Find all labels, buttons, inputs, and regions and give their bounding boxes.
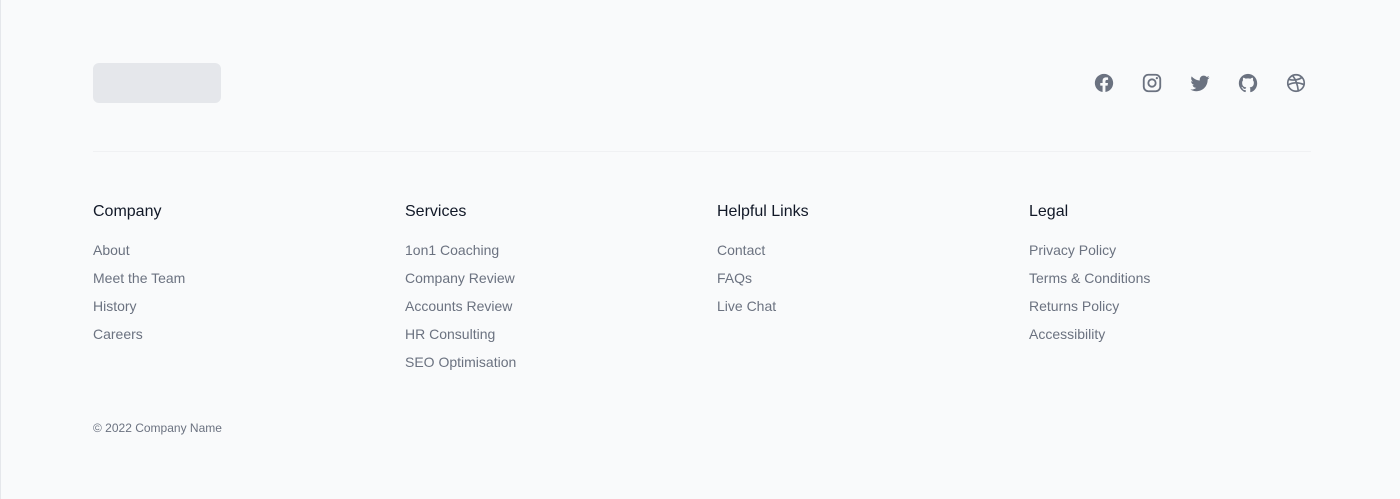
contact-link[interactable]: Contact [717, 240, 1029, 268]
github-link[interactable] [1237, 72, 1259, 94]
logo-placeholder[interactable] [93, 63, 221, 103]
history-link[interactable]: History [93, 296, 405, 324]
github-icon [1238, 73, 1258, 93]
coaching-link[interactable]: 1on1 Coaching [405, 240, 717, 268]
legal-links: Privacy Policy Terms & Conditions Return… [1029, 240, 1341, 352]
live-chat-link[interactable]: Live Chat [717, 296, 1029, 324]
services-heading: Services [405, 203, 467, 220]
hr-consulting-link[interactable]: HR Consulting [405, 324, 717, 352]
site-footer: Company About Meet the Team History Care… [93, 0, 1311, 499]
helpful-links-list: Contact FAQs Live Chat [717, 240, 1029, 324]
seo-optimisation-link[interactable]: SEO Optimisation [405, 352, 717, 380]
accounts-review-link[interactable]: Accounts Review [405, 296, 717, 324]
services-column: Services 1on1 Coaching Company Review Ac… [405, 202, 717, 380]
facebook-icon [1094, 73, 1114, 93]
instagram-link[interactable] [1141, 72, 1163, 94]
footer-columns: Company About Meet the Team History Care… [93, 202, 1341, 380]
instagram-icon [1142, 73, 1162, 93]
faqs-link[interactable]: FAQs [717, 268, 1029, 296]
social-links [1093, 72, 1307, 94]
about-link[interactable]: About [93, 240, 405, 268]
legal-column: Legal Privacy Policy Terms & Conditions … [1029, 202, 1341, 380]
company-column: Company About Meet the Team History Care… [93, 202, 405, 380]
facebook-link[interactable] [1093, 72, 1115, 94]
privacy-policy-link[interactable]: Privacy Policy [1029, 240, 1341, 268]
company-heading: Company [93, 203, 162, 220]
meet-the-team-link[interactable]: Meet the Team [93, 268, 405, 296]
returns-policy-link[interactable]: Returns Policy [1029, 296, 1341, 324]
careers-link[interactable]: Careers [93, 324, 405, 352]
company-review-link[interactable]: Company Review [405, 268, 717, 296]
accessibility-link[interactable]: Accessibility [1029, 324, 1341, 352]
dribbble-link[interactable] [1285, 72, 1307, 94]
twitter-link[interactable] [1189, 72, 1211, 94]
footer-divider [93, 151, 1311, 152]
company-links: About Meet the Team History Careers [93, 240, 405, 352]
dribbble-icon [1286, 73, 1306, 93]
copyright-text: © 2022 Company Name [93, 421, 222, 435]
twitter-icon [1190, 75, 1210, 92]
services-links: 1on1 Coaching Company Review Accounts Re… [405, 240, 717, 380]
helpful-links-column: Helpful Links Contact FAQs Live Chat [717, 202, 1029, 380]
terms-conditions-link[interactable]: Terms & Conditions [1029, 268, 1341, 296]
helpful-links-heading: Helpful Links [717, 203, 809, 220]
legal-heading: Legal [1029, 203, 1069, 220]
